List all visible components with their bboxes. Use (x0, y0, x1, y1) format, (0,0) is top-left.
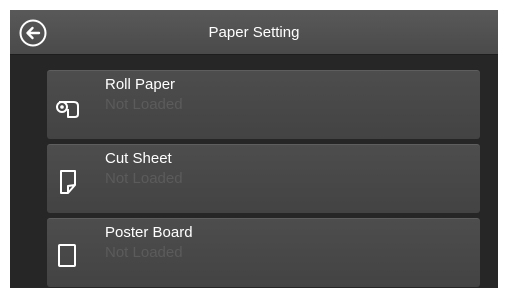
roll-paper-icon (52, 92, 82, 122)
poster-board-icon (52, 240, 82, 270)
cut-sheet-item[interactable]: Cut Sheet Not Loaded (47, 144, 480, 213)
back-button[interactable] (19, 19, 47, 47)
printer-panel-screen: Paper Setting Roll Paper Not Loaded Cut … (10, 10, 498, 288)
poster-board-item[interactable]: Poster Board Not Loaded (47, 218, 480, 287)
paper-source-list: Roll Paper Not Loaded Cut Sheet Not Load… (47, 70, 480, 288)
cut-sheet-label: Cut Sheet (105, 150, 172, 167)
page-title: Paper Setting (208, 24, 300, 41)
cut-sheet-icon (52, 166, 82, 196)
roll-paper-label: Roll Paper (105, 76, 176, 93)
back-arrow-icon (19, 19, 47, 47)
header-bar: Paper Setting (10, 10, 498, 55)
roll-paper-status: Not Loaded (105, 96, 183, 113)
poster-board-status: Not Loaded (105, 244, 183, 261)
poster-board-label: Poster Board (105, 224, 193, 241)
cut-sheet-status: Not Loaded (105, 170, 183, 187)
roll-paper-item[interactable]: Roll Paper Not Loaded (47, 70, 480, 139)
